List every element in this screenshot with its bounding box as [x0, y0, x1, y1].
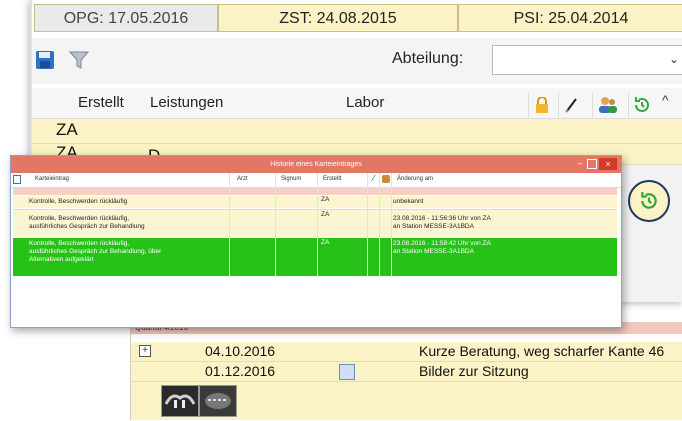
column-divider	[275, 173, 276, 276]
users-icon[interactable]	[592, 92, 623, 118]
history-row[interactable]: Kontrolle, Beschwerden rückläufig, ausfü…	[13, 209, 617, 237]
col-leistungen[interactable]: Leistungen	[150, 94, 223, 111]
history-button-highlight[interactable]	[628, 180, 670, 222]
dialog-titlebar[interactable]: Historie eines Karteieintrages	[11, 156, 621, 173]
history-spacer-row	[13, 188, 617, 195]
xray-thumbnail[interactable]	[199, 385, 237, 417]
history-entry: Kontrolle, Beschwerden rückläufig, ausfü…	[29, 240, 162, 263]
image-file-icon[interactable]	[339, 364, 355, 380]
entry-date: 04.10.2016	[205, 343, 276, 359]
signature-icon: ⁄	[373, 174, 375, 183]
history-erstellt: ZA	[321, 196, 330, 203]
col-arzt[interactable]: Arzt	[237, 176, 248, 182]
history-row[interactable]: Kontrolle, Beschwerden rückläufig ZA unb…	[13, 196, 617, 208]
close-icon[interactable]: ×	[599, 158, 617, 170]
abteilung-label: Abteilung:	[392, 50, 464, 67]
column-divider	[379, 173, 380, 276]
history-header: Karteieintrag Arzt Signum Erstellt ⁄ Änd…	[11, 173, 621, 188]
col-labor[interactable]: Labor	[346, 94, 384, 111]
history-icon[interactable]	[628, 92, 655, 118]
entry-date: 01.12.2016	[205, 363, 276, 379]
signature-icon[interactable]	[558, 92, 585, 118]
history-changed: unbekannt	[393, 198, 424, 205]
maximize-icon[interactable]	[587, 159, 597, 169]
column-divider	[317, 173, 318, 276]
history-row-selected[interactable]: Kontrolle, Beschwerden rückläufig, ausfü…	[13, 238, 617, 276]
history-entry: Kontrolle, Beschwerden rückläufig, ausfü…	[29, 215, 145, 230]
col-aenderung[interactable]: Änderung am	[397, 176, 433, 182]
col-karteieintrag[interactable]: Karteieintrag	[35, 176, 69, 182]
col-erstellt[interactable]: Erstellt	[323, 176, 341, 182]
entry-text: Bilder zur Sitzung	[419, 363, 529, 379]
toolbar: Abteilung: ⌄	[32, 38, 682, 84]
opg-date: OPG: 17.05.2016	[34, 4, 218, 32]
column-divider	[229, 173, 230, 276]
lock-icon[interactable]	[528, 92, 555, 118]
column-divider	[391, 173, 392, 276]
row-erstellt: ZA	[56, 120, 78, 139]
grid-header: Erstellt Leistungen Labor ^	[32, 88, 682, 119]
zst-date: ZST: 24.08.2015	[218, 4, 458, 32]
entry-text: Kurze Beratung, weg scharfer Kante 46	[419, 343, 665, 359]
table-row[interactable]: ZA	[32, 119, 682, 144]
list-item[interactable]: 01.12.2016 Bilder zur Sitzung	[131, 362, 682, 382]
save-icon[interactable]	[34, 49, 56, 71]
document-icon	[13, 175, 21, 184]
thumbnail-row	[131, 382, 682, 420]
history-entry: Kontrolle, Beschwerden rückläufig	[29, 198, 128, 205]
scroll-up-icon[interactable]: ^	[662, 92, 669, 108]
history-dialog: Historie eines Karteieintrages – × Karte…	[10, 155, 622, 328]
expand-icon[interactable]: +	[139, 345, 151, 357]
abteilung-select[interactable]: ⌄	[492, 45, 682, 75]
history-icon	[641, 192, 657, 209]
history-erstellt: ZA	[321, 211, 330, 218]
history-erstellt: ZA	[321, 239, 330, 246]
quarter-panel: Quartal 4/2016 + 04.10.2016 Kurze Beratu…	[130, 322, 682, 420]
col-erstellt[interactable]: Erstellt	[78, 94, 124, 111]
xray-thumbnail[interactable]	[161, 385, 199, 417]
filter-icon[interactable]	[68, 49, 90, 71]
history-changed: 23.08.2016 - 11:58:42 Uhr von ZA an Stat…	[393, 240, 491, 255]
column-divider	[367, 173, 368, 276]
col-signum[interactable]: Signum	[281, 176, 301, 182]
list-item[interactable]: + 04.10.2016 Kurze Beratung, weg scharfe…	[131, 342, 682, 362]
chevron-down-icon[interactable]: ⌄	[669, 52, 679, 66]
minimize-icon[interactable]: –	[575, 159, 585, 169]
users-icon	[382, 175, 390, 183]
psi-date: PSI: 25.04.2014	[458, 4, 682, 32]
dialog-title: Historie eines Karteieintrages	[270, 161, 362, 168]
history-changed: 23.08.2016 - 11:56:36 Uhr von ZA an Stat…	[393, 215, 491, 230]
